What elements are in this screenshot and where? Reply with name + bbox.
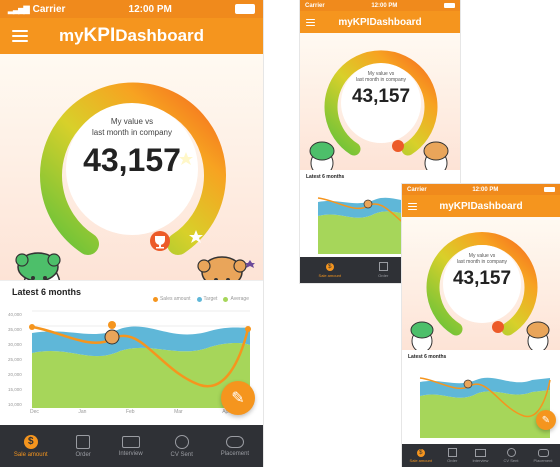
trophy-icon — [392, 140, 404, 152]
status-bar: ▂▃▅▇ Carrier 12:00 PM — [0, 0, 263, 18]
mascot-marker-icon — [104, 321, 120, 345]
average-area — [32, 343, 250, 408]
tab-order[interactable]: Order — [75, 434, 91, 458]
app-title: my KPI Dashboard — [439, 200, 523, 212]
gauge-caption: My value vs last month in company — [91, 117, 173, 137]
trophy-icon — [150, 231, 170, 251]
phone-screen-preview-bottom: Carrier 12:00 PM my KPI Dashboard My valu… — [402, 184, 560, 467]
latest-months-card: Latest 6 months ✎ — [402, 350, 560, 444]
app-bar: my KPI Dashboard — [0, 18, 263, 54]
tab-order[interactable]: Order — [447, 448, 457, 463]
tab-cv-sent[interactable]: CV Sent — [504, 448, 518, 463]
kpi-value: 43,157 — [452, 268, 512, 289]
kpi-gauge-card: My value vs last month in company 43,157 — [402, 217, 560, 350]
tab-sale-amount[interactable]: $ Sale amount — [14, 434, 48, 458]
kpi-value: 43,157 — [83, 142, 181, 178]
trophy-icon — [492, 321, 504, 333]
gauge-caption: My value vs last month in company — [355, 71, 407, 83]
menu-icon[interactable] — [408, 202, 417, 210]
mascot-right-icon — [423, 141, 449, 170]
pencil-icon: ✎ — [541, 414, 551, 426]
menu-icon[interactable] — [306, 18, 315, 26]
menu-icon[interactable] — [12, 30, 28, 42]
tab-placement[interactable]: Placement — [221, 435, 249, 457]
edit-fab-button[interactable]: ✎ — [221, 381, 255, 415]
dollar-icon: $ — [416, 448, 425, 457]
app-title: my KPI Dashboard — [338, 16, 422, 28]
app-bar: my KPI Dashboard — [402, 195, 560, 217]
kpi-gauge-card: My value vs last month in company 43,157 — [0, 54, 263, 280]
gauge-caption: My value vs last month in company — [456, 253, 508, 265]
tab-interview[interactable]: Interview — [119, 435, 143, 457]
kpi-value: 43,157 — [351, 86, 411, 107]
phone-screen-main: ▂▃▅▇ Carrier 12:00 PM my KPI Dashboard M… — [0, 0, 263, 467]
cv-icon — [506, 448, 516, 457]
order-icon — [76, 434, 91, 449]
mascot-left-icon — [309, 141, 335, 170]
pencil-icon: ✎ — [231, 390, 245, 407]
y-axis-ticks: 40,000 35,000 30,000 25,000 20,000 15,000 10,0… — [8, 312, 22, 407]
tab-placement[interactable]: Placement — [534, 448, 552, 463]
carrier-label: ▂▃▅▇ Carrier — [8, 3, 66, 15]
placement-icon — [537, 448, 549, 457]
interview-icon — [121, 435, 140, 448]
interview-icon — [474, 448, 486, 457]
mascot-left-icon — [410, 321, 434, 350]
tab-order[interactable]: Order — [378, 262, 388, 278]
mascot-left-icon — [15, 252, 61, 280]
bottom-tab-bar: $ Sale amount Order Interview CV Sent Pl… — [0, 425, 263, 467]
tab-sale-amount[interactable]: $ Sale amount — [319, 262, 341, 278]
order-icon — [447, 448, 457, 457]
battery-icon — [235, 4, 255, 14]
mascot-right-icon — [197, 256, 255, 280]
cv-icon — [174, 434, 189, 449]
tab-interview[interactable]: Interview — [472, 448, 488, 463]
app-title: my KPI Dashboard — [58, 25, 205, 46]
edit-fab-button[interactable]: ✎ — [536, 410, 556, 430]
battery-icon — [543, 187, 555, 192]
order-icon — [378, 262, 388, 271]
placement-icon — [225, 435, 244, 448]
dollar-icon: $ — [23, 434, 38, 449]
latest-months-card: Latest 6 months Sales amount Target Aver… — [0, 280, 263, 419]
app-bar: my KPI Dashboard — [300, 11, 460, 33]
dollar-icon: $ — [325, 262, 334, 271]
mascot-right-icon — [526, 321, 550, 350]
battery-icon — [443, 3, 455, 8]
status-bar: Carrier 12:00 PM — [402, 184, 560, 195]
signal-icon: ▂▃▅▇ — [8, 4, 30, 14]
clock: 12:00 PM — [128, 3, 172, 15]
x-axis-ticks: Dec Jan Feb Mar Apr — [30, 409, 230, 415]
tab-sale-amount[interactable]: $ Sale amount — [410, 448, 432, 463]
sales-point-may — [245, 326, 251, 332]
bottom-tab-bar: $ Sale amount Order Interview CV Sent Pla… — [402, 444, 560, 467]
tab-cv-sent[interactable]: CV Sent — [171, 434, 193, 458]
sales-point-dec — [29, 324, 35, 330]
status-bar: Carrier 12:00 PM — [300, 0, 460, 11]
kpi-gauge-card: My value vs last month in company 43,157 — [300, 33, 460, 170]
